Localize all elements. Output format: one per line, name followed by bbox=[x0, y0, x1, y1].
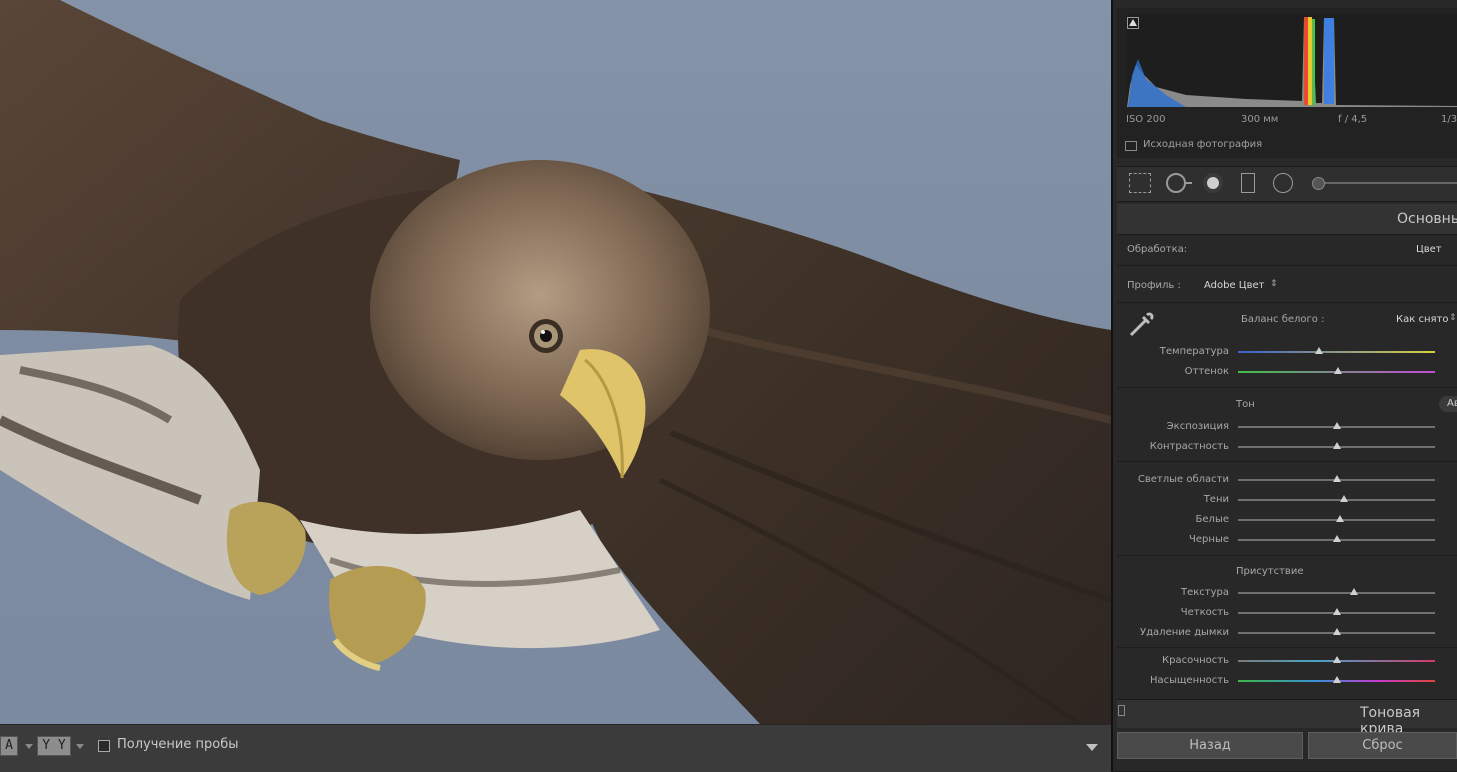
tone-label: Тон bbox=[1236, 399, 1255, 410]
exposure-label: Экспозиция bbox=[1166, 421, 1229, 432]
panel-toggle-icon[interactable] bbox=[1118, 705, 1125, 716]
select-arrows-icon: ⇕ bbox=[1270, 279, 1278, 289]
profile-select[interactable]: Adobe Цвет bbox=[1204, 280, 1264, 291]
clarity-label: Четкость bbox=[1180, 607, 1229, 618]
basic-section-title: Основны bbox=[1397, 211, 1457, 227]
clarity-knob[interactable] bbox=[1332, 608, 1341, 615]
eyedropper-icon[interactable] bbox=[1127, 309, 1157, 339]
histogram-graph bbox=[1126, 15, 1457, 107]
divider bbox=[1117, 234, 1457, 235]
chevron-down-icon[interactable] bbox=[76, 744, 84, 749]
texture-slider[interactable] bbox=[1238, 592, 1435, 594]
whites-knob[interactable] bbox=[1336, 515, 1345, 522]
divider bbox=[1117, 647, 1457, 648]
radial-filter-icon[interactable] bbox=[1273, 173, 1293, 193]
tint-label: Оттенок bbox=[1184, 366, 1229, 377]
tint-knob[interactable] bbox=[1334, 367, 1343, 374]
shadows-knob[interactable] bbox=[1340, 495, 1349, 502]
shadow-clipping-icon[interactable] bbox=[1127, 17, 1139, 29]
original-photo-checkbox[interactable] bbox=[1125, 141, 1137, 151]
divider bbox=[1117, 265, 1457, 266]
sample-checkbox[interactable] bbox=[98, 740, 110, 752]
highlights-label: Светлые области bbox=[1137, 474, 1229, 485]
temperature-knob[interactable] bbox=[1314, 347, 1323, 354]
dehaze-label: Удаление дымки bbox=[1140, 627, 1229, 638]
divider bbox=[1117, 387, 1457, 388]
texture-label: Текстура bbox=[1180, 587, 1229, 598]
spot-removal-icon[interactable] bbox=[1166, 173, 1186, 193]
vibrance-knob[interactable] bbox=[1332, 656, 1341, 663]
treatment-color-option[interactable]: Цвет bbox=[1416, 244, 1442, 255]
brush-size-knob[interactable] bbox=[1312, 177, 1325, 190]
highlights-knob[interactable] bbox=[1332, 475, 1341, 482]
temperature-slider[interactable] bbox=[1238, 351, 1435, 353]
photo-canvas[interactable] bbox=[0, 0, 1111, 724]
auto-tone-button[interactable]: Ав bbox=[1439, 396, 1457, 412]
saturation-label: Насыщенность bbox=[1149, 675, 1229, 686]
shadows-slider[interactable] bbox=[1238, 499, 1435, 501]
reset-button[interactable]: Сброс bbox=[1308, 732, 1457, 759]
whites-label: Белые bbox=[1195, 514, 1229, 525]
presence-label: Присутствие bbox=[1236, 566, 1304, 577]
blacks-label: Черные bbox=[1189, 534, 1229, 545]
select-arrows-icon: ⇕ bbox=[1449, 313, 1457, 323]
sample-label: Получение пробы bbox=[117, 737, 239, 752]
saturation-knob[interactable] bbox=[1332, 676, 1341, 683]
contrast-label: Контрастность bbox=[1149, 441, 1229, 452]
back-button[interactable]: Назад bbox=[1117, 732, 1303, 759]
crop-icon[interactable] bbox=[1129, 173, 1151, 193]
view-a-button[interactable]: A bbox=[0, 736, 18, 756]
brush-size-slider[interactable] bbox=[1318, 182, 1457, 184]
dehaze-knob[interactable] bbox=[1332, 628, 1341, 635]
white-balance-label: Баланс белого : bbox=[1241, 314, 1325, 325]
texture-knob[interactable] bbox=[1350, 588, 1359, 595]
aperture-readout: f / 4,5 bbox=[1338, 114, 1368, 125]
focal-readout: 300 мм bbox=[1241, 114, 1279, 125]
original-photo-label: Исходная фотография bbox=[1143, 139, 1263, 150]
shutter-readout: 1/3 bbox=[1441, 114, 1457, 125]
chevron-down-icon[interactable] bbox=[25, 744, 33, 749]
shadows-label: Тени bbox=[1203, 494, 1229, 505]
redeye-icon[interactable] bbox=[1203, 173, 1223, 193]
divider bbox=[1117, 461, 1457, 462]
temperature-label: Температура bbox=[1159, 346, 1229, 357]
iso-readout: ISO 200 bbox=[1126, 114, 1166, 125]
toolbar-menu-icon[interactable] bbox=[1086, 744, 1098, 751]
view-compare-button[interactable]: Y Y bbox=[37, 736, 71, 756]
spot-removal-arrow-icon bbox=[1186, 182, 1192, 184]
graduated-filter-icon[interactable] bbox=[1241, 173, 1255, 193]
divider bbox=[1117, 302, 1457, 303]
treatment-label: Обработка: bbox=[1127, 244, 1188, 255]
profile-label: Профиль : bbox=[1127, 280, 1181, 291]
vibrance-label: Красочность bbox=[1162, 655, 1229, 666]
blacks-knob[interactable] bbox=[1332, 535, 1341, 542]
exposure-knob[interactable] bbox=[1332, 422, 1341, 429]
white-balance-select[interactable]: Как снято bbox=[1396, 314, 1448, 325]
divider bbox=[1117, 555, 1457, 556]
contrast-knob[interactable] bbox=[1332, 442, 1341, 449]
eagle-photo bbox=[0, 0, 1111, 724]
